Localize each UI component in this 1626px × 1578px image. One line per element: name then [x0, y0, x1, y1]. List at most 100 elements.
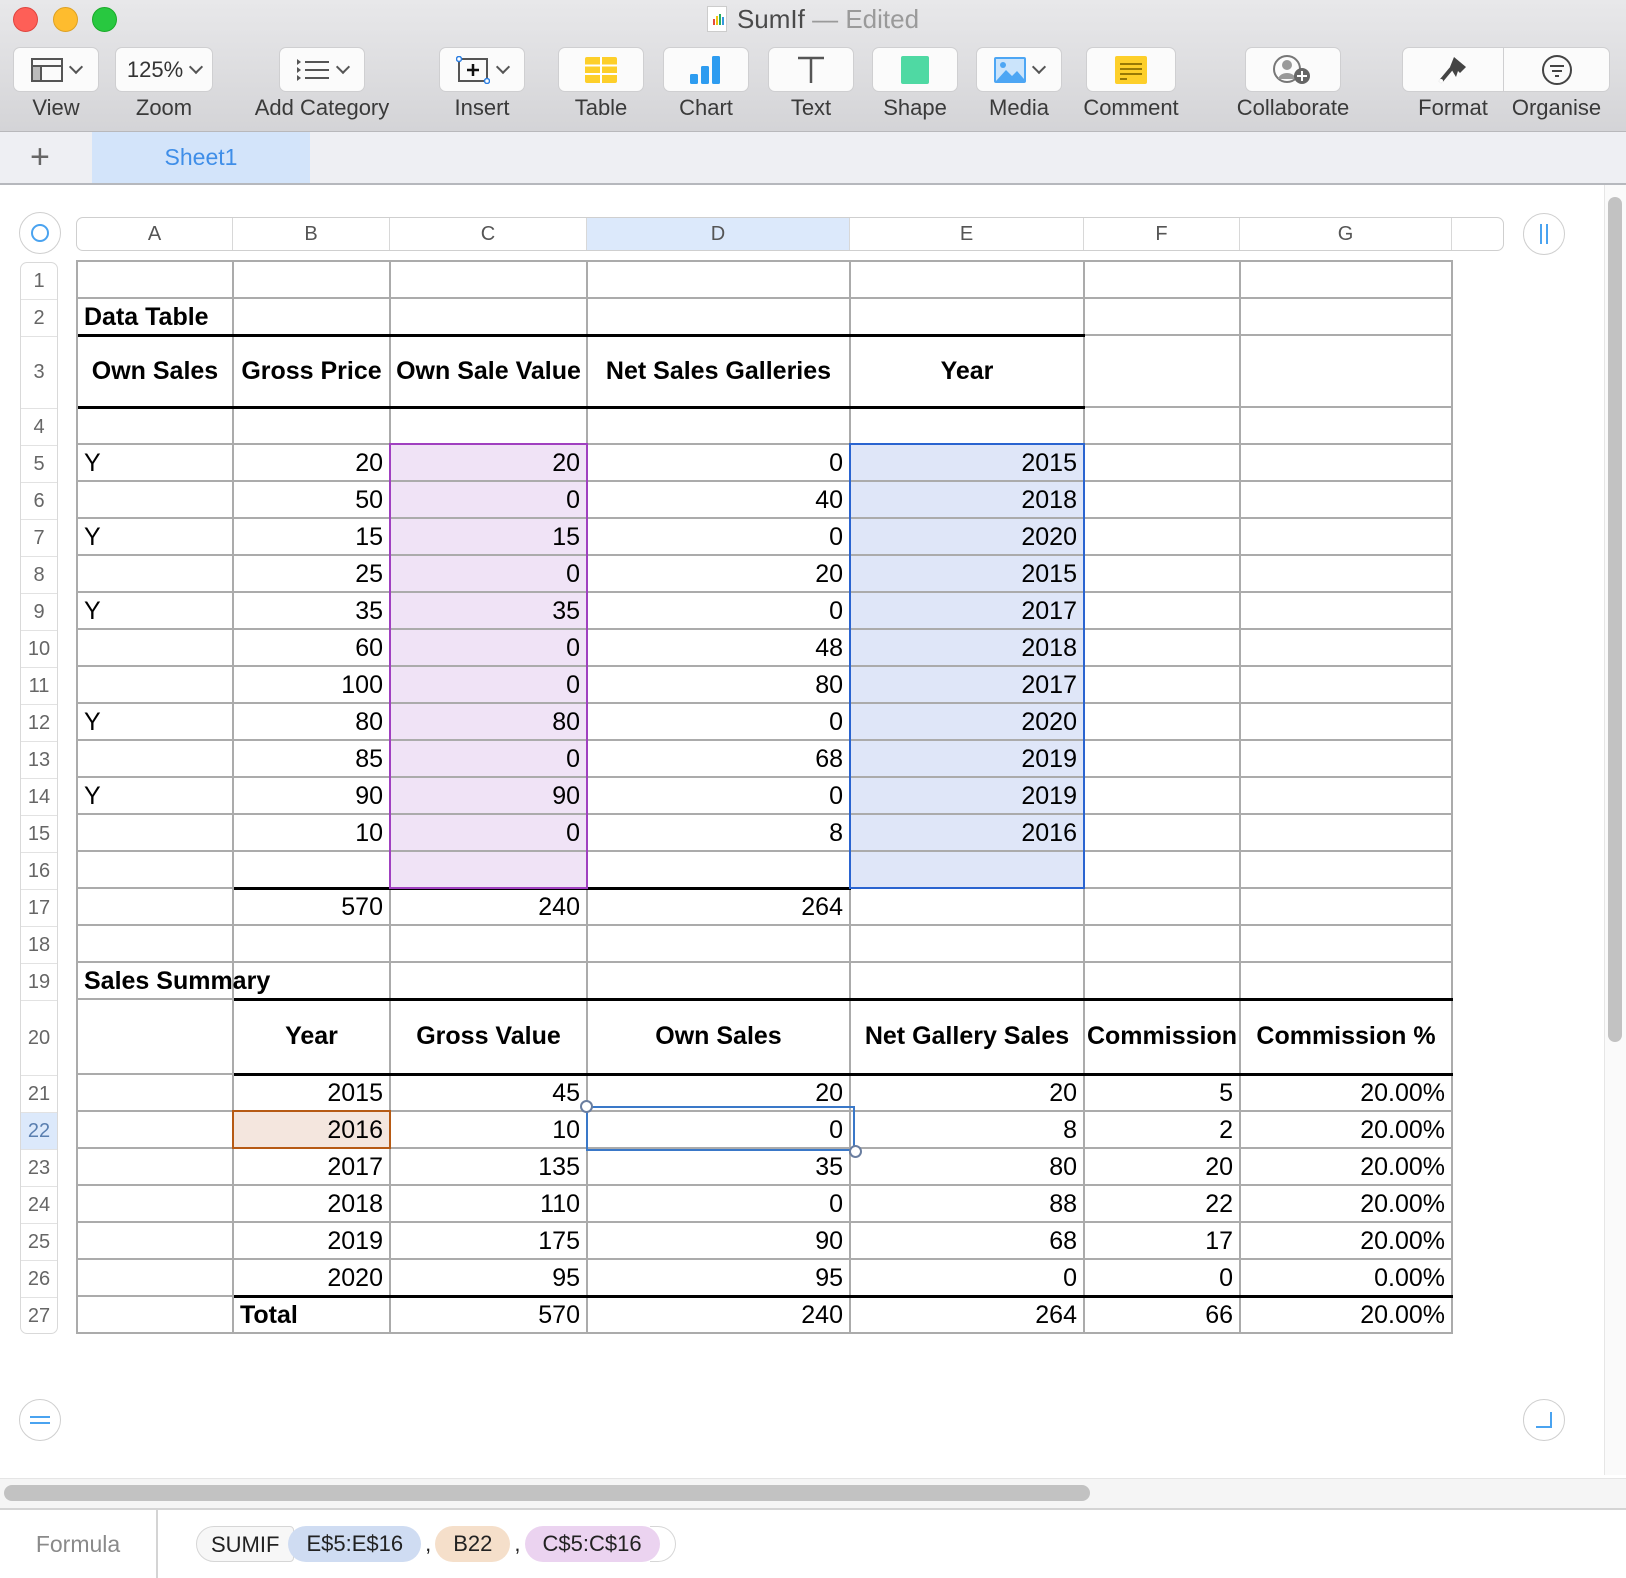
- summary-row-cell[interactable]: 2: [1085, 1112, 1241, 1149]
- table-cell[interactable]: [1085, 408, 1241, 445]
- table-cell[interactable]: [1085, 963, 1241, 1000]
- summary-row-cell[interactable]: 2018: [234, 1186, 391, 1223]
- row-header-16[interactable]: 16: [21, 853, 57, 890]
- summary-row-cell[interactable]: 0: [588, 1112, 851, 1149]
- data-total-cell[interactable]: 240: [391, 889, 588, 926]
- data-row-cell[interactable]: [78, 741, 234, 778]
- summary-header[interactable]: Gross Value: [391, 1000, 588, 1075]
- table-cell[interactable]: [391, 299, 588, 336]
- table-cell[interactable]: [1085, 704, 1241, 741]
- format-button[interactable]: [1402, 47, 1504, 92]
- table-cell[interactable]: [391, 926, 588, 963]
- row-header-10[interactable]: 10: [21, 631, 57, 668]
- summary-total-cell[interactable]: 20.00%: [1241, 1297, 1453, 1334]
- selection-handle-top-left[interactable]: [580, 1100, 593, 1113]
- data-row-cell[interactable]: Y: [78, 778, 234, 815]
- table-cell[interactable]: [78, 408, 234, 445]
- summary-header[interactable]: Commission %: [1241, 1000, 1453, 1075]
- table-cell[interactable]: [234, 926, 391, 963]
- summary-row-cell[interactable]: 5: [1085, 1075, 1241, 1112]
- collaborate-button[interactable]: [1245, 47, 1341, 92]
- table-cell[interactable]: [1241, 336, 1453, 408]
- row-header-14[interactable]: 14: [21, 779, 57, 816]
- data-row-cell[interactable]: 68: [588, 741, 851, 778]
- media-button[interactable]: [976, 47, 1062, 92]
- formula-editor[interactable]: SUMIF E$5:E$16 , B22 , C$5:C$16: [196, 1525, 676, 1563]
- table-cell[interactable]: [1241, 778, 1453, 815]
- shape-button[interactable]: [872, 47, 958, 92]
- table-cell[interactable]: [1241, 445, 1453, 482]
- data-row-cell[interactable]: 2019: [851, 778, 1085, 815]
- table-cell[interactable]: [1241, 593, 1453, 630]
- data-row-cell[interactable]: 50: [234, 482, 391, 519]
- summary-row-cell[interactable]: 20: [1085, 1149, 1241, 1186]
- table-cell[interactable]: [588, 408, 851, 445]
- summary-total-cell[interactable]: 570: [391, 1297, 588, 1334]
- table-cell[interactable]: [1241, 299, 1453, 336]
- data-row-cell[interactable]: 0: [391, 630, 588, 667]
- data-row-cell[interactable]: Y: [78, 519, 234, 556]
- table-cell[interactable]: [588, 963, 851, 1000]
- select-table-button[interactable]: [19, 212, 61, 254]
- summary-row-cell[interactable]: 20.00%: [1241, 1112, 1453, 1149]
- summary-row-cell[interactable]: 8: [851, 1112, 1085, 1149]
- table-cell[interactable]: [1085, 482, 1241, 519]
- table-cell[interactable]: [1241, 519, 1453, 556]
- summary-row-cell[interactable]: 0: [588, 1186, 851, 1223]
- row-header-13[interactable]: 13: [21, 742, 57, 779]
- data-table-header[interactable]: Own Sales: [78, 336, 234, 408]
- data-table-header[interactable]: Own Sale Value: [391, 336, 588, 408]
- summary-row-cell[interactable]: 20.00%: [1241, 1075, 1453, 1112]
- summary-row-cell[interactable]: 20: [588, 1075, 851, 1112]
- summary-row-cell[interactable]: 0.00%: [1241, 1260, 1453, 1297]
- table-cell[interactable]: [234, 262, 391, 299]
- column-header-a[interactable]: A: [77, 218, 233, 250]
- table-cell[interactable]: [1241, 667, 1453, 704]
- row-header-19[interactable]: 19: [21, 964, 57, 1001]
- table-cell[interactable]: [234, 963, 391, 1000]
- data-row-cell[interactable]: Y: [78, 704, 234, 741]
- summary-total-cell[interactable]: 264: [851, 1297, 1085, 1334]
- zoom-select[interactable]: 125%: [115, 47, 213, 92]
- data-table-header[interactable]: Net Sales Galleries: [588, 336, 851, 408]
- formula-arg-sum-range[interactable]: C$5:C$16: [524, 1526, 660, 1562]
- summary-row-cell[interactable]: 20.00%: [1241, 1223, 1453, 1260]
- summary-row-cell[interactable]: 2020: [234, 1260, 391, 1297]
- summary-row-cell[interactable]: 17: [1085, 1223, 1241, 1260]
- column-header-f[interactable]: F: [1084, 218, 1240, 250]
- data-row-cell[interactable]: [78, 815, 234, 852]
- summary-row-cell[interactable]: 90: [588, 1223, 851, 1260]
- data-total-cell[interactable]: 264: [588, 889, 851, 926]
- table-cell[interactable]: [78, 1075, 234, 1112]
- data-total-cell[interactable]: 570: [234, 889, 391, 926]
- summary-row-cell[interactable]: 45: [391, 1075, 588, 1112]
- data-row-cell[interactable]: 0: [588, 445, 851, 482]
- row-header-21[interactable]: 21: [21, 1076, 57, 1113]
- table-cell[interactable]: [1085, 926, 1241, 963]
- column-header-d[interactable]: D: [587, 218, 850, 250]
- tab-sheet1[interactable]: Sheet1: [92, 132, 310, 183]
- summary-row-cell[interactable]: 95: [391, 1260, 588, 1297]
- table-cell[interactable]: [1241, 704, 1453, 741]
- table-cell[interactable]: [1085, 593, 1241, 630]
- data-table-title[interactable]: Data Table: [78, 299, 234, 336]
- table-cell[interactable]: [1241, 630, 1453, 667]
- table-cell[interactable]: [1241, 262, 1453, 299]
- summary-row-cell[interactable]: 2019: [234, 1223, 391, 1260]
- summary-total-cell[interactable]: 66: [1085, 1297, 1241, 1334]
- table-cell[interactable]: [1085, 299, 1241, 336]
- summary-header[interactable]: Own Sales: [588, 1000, 851, 1075]
- selection-handle-bottom-right[interactable]: [849, 1145, 862, 1158]
- add-category-button[interactable]: [279, 47, 365, 92]
- row-header-27[interactable]: 27: [21, 1298, 57, 1333]
- data-row-cell[interactable]: 2020: [851, 519, 1085, 556]
- table-cell[interactable]: [851, 963, 1085, 1000]
- row-header-20[interactable]: 20: [21, 1001, 57, 1076]
- row-header-5[interactable]: 5: [21, 446, 57, 483]
- row-header-18[interactable]: 18: [21, 927, 57, 964]
- data-row-cell[interactable]: 90: [391, 778, 588, 815]
- view-button[interactable]: [13, 47, 99, 92]
- row-header-15[interactable]: 15: [21, 816, 57, 853]
- table-cell[interactable]: [1085, 889, 1241, 926]
- table-cell[interactable]: [78, 1149, 234, 1186]
